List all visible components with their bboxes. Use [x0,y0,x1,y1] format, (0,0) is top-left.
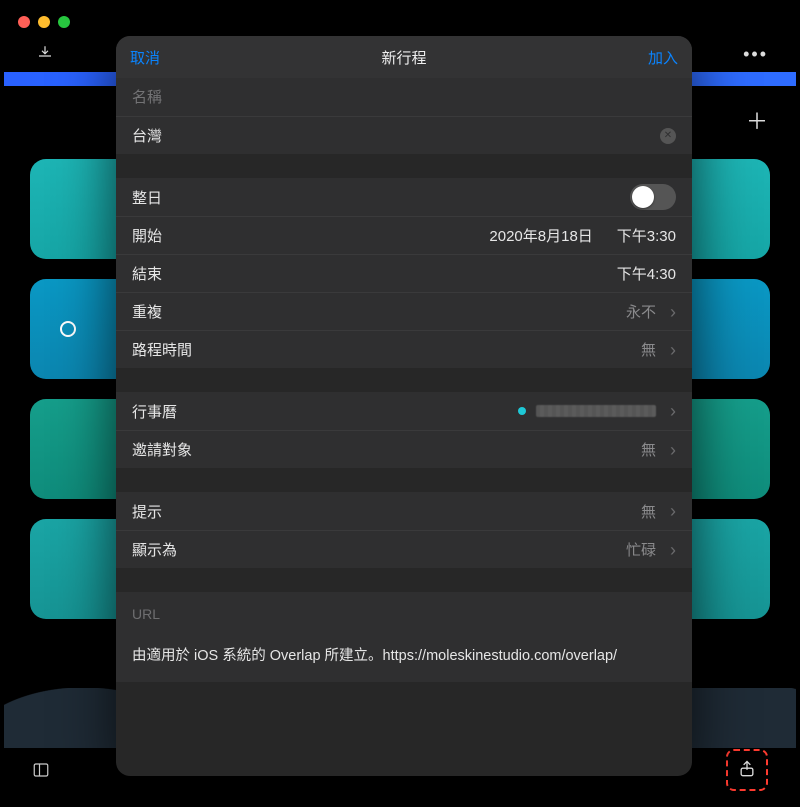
add-button[interactable]: 加入 [648,47,678,68]
alert-label: 提示 [132,501,162,522]
showas-row[interactable]: 顯示為 忙碌› [116,530,692,568]
share-button-highlight [726,749,768,791]
minimize-window-button[interactable] [38,16,50,28]
showas-value: 忙碌 [626,539,656,560]
end-time: 下午4:30 [617,263,676,284]
calendar-name-redacted [536,405,656,417]
calendar-color-dot [518,407,526,415]
calendar-invite-group: 行事曆 › 邀請對象 無› [116,392,692,468]
notes-text[interactable]: 由適用於 iOS 系統的 Overlap 所建立。https://moleski… [116,636,692,682]
travel-value: 無 [641,339,656,360]
start-row[interactable]: 開始 2020年8月18日 下午3:30 [116,216,692,254]
event-name-input[interactable] [132,89,676,106]
sidebar-icon[interactable] [32,761,50,779]
url-placeholder[interactable]: URL [116,592,692,636]
invite-label: 邀請對象 [132,439,192,460]
cancel-button[interactable]: 取消 [130,47,160,68]
event-location-value: 台灣 [132,125,162,146]
event-name-row[interactable] [116,78,692,116]
invite-value: 無 [641,439,656,460]
sheet-title: 新行程 [381,47,426,68]
share-icon[interactable] [737,759,757,782]
end-label: 結束 [132,263,162,284]
clear-location-icon[interactable]: ✕ [660,128,676,144]
travel-row[interactable]: 路程時間 無› [116,330,692,368]
traffic-lights [18,16,70,28]
alert-row[interactable]: 提示 無› [116,492,692,530]
new-event-sheet: 取消 新行程 加入 台灣 ✕ 整日 開始 2020年8月18日 [116,36,692,776]
more-icon[interactable]: ••• [743,44,768,65]
close-window-button[interactable] [18,16,30,28]
title-location-group: 台灣 ✕ [116,78,692,154]
allday-toggle[interactable] [630,184,676,210]
time-group: 整日 開始 2020年8月18日 下午3:30 結束 下午4:30 重複 永不›… [116,178,692,368]
zoom-window-button[interactable] [58,16,70,28]
allday-label: 整日 [132,187,162,208]
calendar-label: 行事曆 [132,401,177,422]
app-window: ••• ＋ 取消 新行程 加入 台灣 ✕ [4,4,796,803]
repeat-value: 永不 [626,301,656,322]
import-icon[interactable] [36,44,54,62]
plus-icon[interactable]: ＋ [746,104,768,136]
calendar-row[interactable]: 行事曆 › [116,392,692,430]
end-row[interactable]: 結束 下午4:30 [116,254,692,292]
travel-label: 路程時間 [132,339,192,360]
current-marker-icon [60,321,76,337]
allday-row[interactable]: 整日 [116,178,692,216]
showas-label: 顯示為 [132,539,177,560]
invite-row[interactable]: 邀請對象 無› [116,430,692,468]
start-time: 下午3:30 [617,225,676,246]
repeat-label: 重複 [132,301,162,322]
start-label: 開始 [132,225,162,246]
alert-value: 無 [641,501,656,522]
repeat-row[interactable]: 重複 永不› [116,292,692,330]
event-location-row[interactable]: 台灣 ✕ [116,116,692,154]
start-value: 2020年8月18日 下午3:30 [489,225,676,246]
start-date: 2020年8月18日 [489,225,592,246]
url-notes-group: URL 由適用於 iOS 系統的 Overlap 所建立。https://mol… [116,592,692,682]
alert-showas-group: 提示 無› 顯示為 忙碌› [116,492,692,568]
sheet-header: 取消 新行程 加入 [116,36,692,78]
